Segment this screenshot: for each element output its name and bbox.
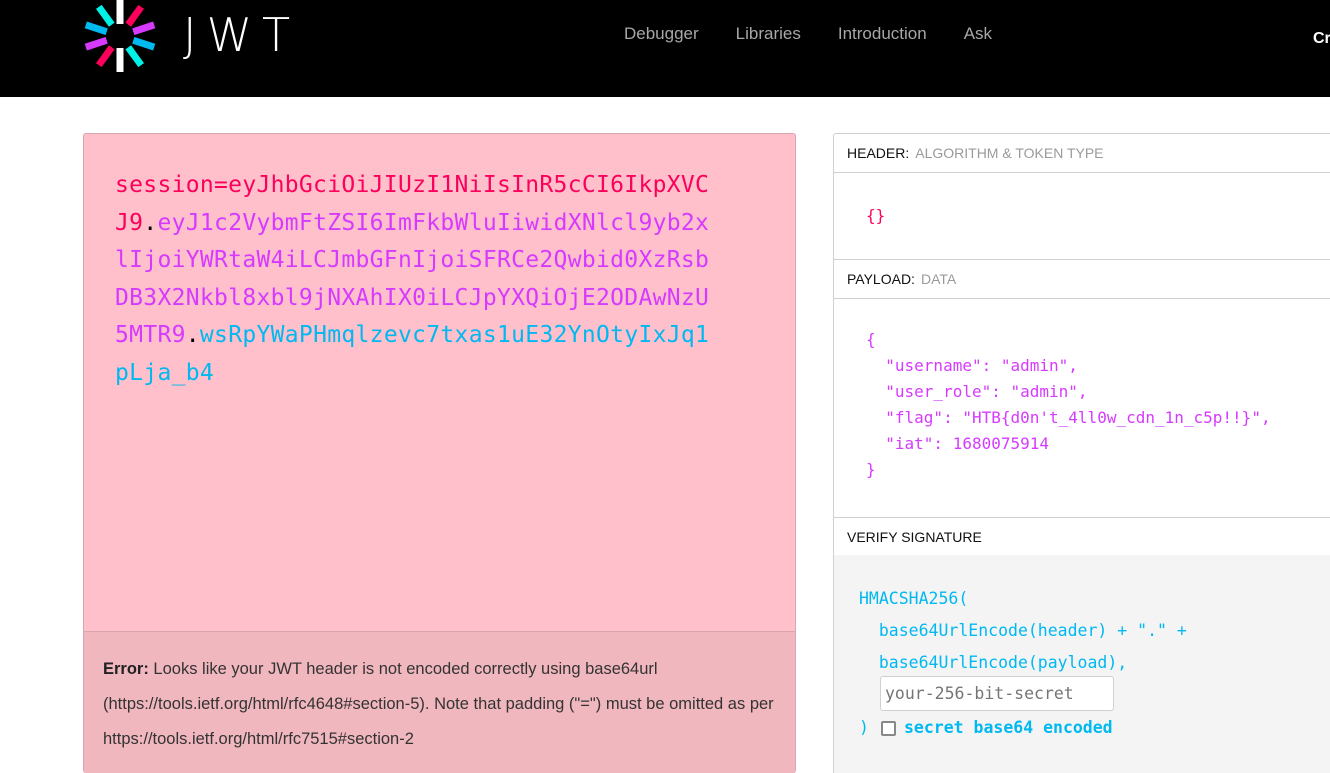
encoded-token-panel[interactable]: session=eyJhbGciOiJIUzI1NiIsInR5cCI6IkpX… bbox=[83, 133, 796, 773]
logo[interactable]: JWT bbox=[83, 0, 290, 73]
signature-body: HMACSHA256( base64UrlEncode(header) + ".… bbox=[834, 555, 1330, 773]
jwt-pinwheel-logo-icon bbox=[84, 0, 156, 72]
header-title: HEADER: bbox=[847, 145, 910, 161]
token-dot: . bbox=[143, 209, 158, 236]
signature-code: HMACSHA256( base64UrlEncode(header) + ".… bbox=[859, 589, 1187, 672]
header-section-title: HEADER: ALGORITHM & TOKEN TYPE bbox=[834, 134, 1330, 173]
payload-json[interactable]: { "username": "admin", "user_role": "adm… bbox=[866, 327, 1271, 483]
nav-link-ask[interactable]: Ask bbox=[964, 24, 992, 44]
payload-section-title: PAYLOAD: DATA bbox=[834, 260, 1330, 299]
nav-link-libraries[interactable]: Libraries bbox=[736, 24, 801, 44]
brand-name: JWT bbox=[183, 8, 301, 62]
secret-base64-checkbox[interactable] bbox=[881, 721, 896, 736]
nav-link-debugger[interactable]: Debugger bbox=[624, 24, 699, 44]
error-text: Looks like your JWT header is not encode… bbox=[103, 660, 774, 748]
signature-title: VERIFY SIGNATURE bbox=[847, 529, 982, 545]
header-json-editor[interactable]: {} bbox=[834, 173, 1330, 260]
payload-json-editor[interactable]: { "username": "admin", "user_role": "adm… bbox=[834, 299, 1330, 518]
header-json[interactable]: {} bbox=[866, 203, 885, 229]
error-message-box: Error: Looks like your JWT header is not… bbox=[84, 631, 795, 773]
error-label: Error: bbox=[103, 660, 149, 678]
secret-base64-label[interactable]: secret base64 encoded bbox=[904, 715, 1113, 741]
token-dot: . bbox=[185, 322, 200, 348]
payload-title: PAYLOAD: bbox=[847, 271, 915, 287]
signature-section-title: VERIFY SIGNATURE bbox=[834, 518, 1330, 557]
secret-input[interactable] bbox=[880, 676, 1114, 711]
nav-link-introduction[interactable]: Introduction bbox=[838, 24, 927, 44]
nav-cut-off-item[interactable]: Cr bbox=[1313, 30, 1330, 48]
top-navbar: JWT Debugger Libraries Introduction Ask … bbox=[0, 0, 1330, 97]
nav-links: Debugger Libraries Introduction Ask bbox=[624, 24, 1029, 44]
decoded-panel: HEADER: ALGORITHM & TOKEN TYPE {} PAYLOA… bbox=[833, 133, 1330, 773]
encoded-token-textarea[interactable]: session=eyJhbGciOiJIUzI1NiIsInR5cCI6IkpX… bbox=[115, 167, 715, 392]
signature-close-paren: ) bbox=[859, 718, 869, 737]
header-subtitle: ALGORITHM & TOKEN TYPE bbox=[915, 145, 1104, 161]
payload-subtitle: DATA bbox=[920, 271, 957, 287]
token-signature-part: wsRpYWaPHmqlzevc7txas1uE32YnOtyIxJq1pLja… bbox=[115, 322, 710, 386]
